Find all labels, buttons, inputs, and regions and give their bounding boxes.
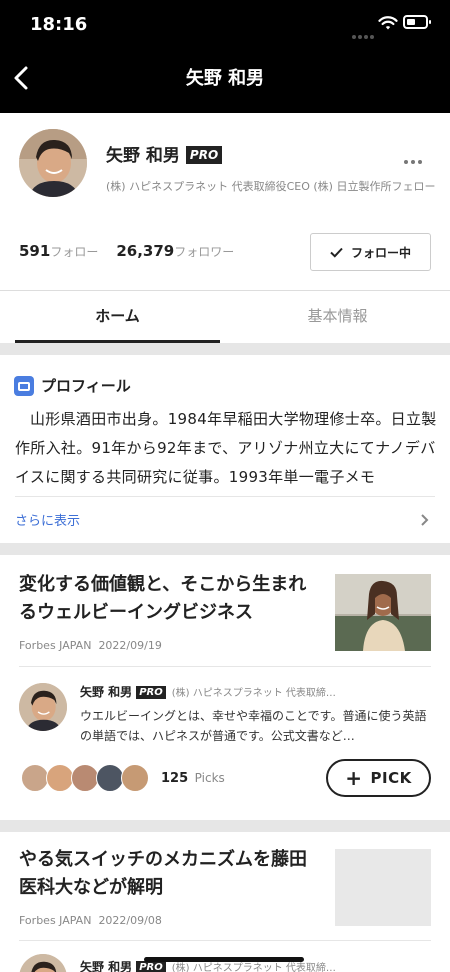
avatar[interactable] [19, 954, 67, 972]
followers-label[interactable]: フォロワー [174, 245, 234, 259]
comment-author-name[interactable]: 矢野 和男 [80, 960, 132, 972]
check-icon [330, 247, 343, 258]
chevron-right-icon[interactable] [420, 513, 430, 527]
intro-text: 山形県酒田市出身。1984年早稲田大学物理修士卒。日立製作所入社。91年から92… [15, 410, 437, 486]
battery-icon [403, 15, 431, 29]
comment-author: 矢野 和男 PRO (株) ハピネスプラネット 代表取締… [80, 683, 336, 700]
picks-label: Picks [194, 771, 225, 785]
profile-name: 矢野 和男 PRO [106, 141, 223, 166]
article-card[interactable]: 変化する価値観と、そこから生まれるウェルビーイングビジネス Forbes JAP… [0, 555, 450, 820]
top-bar: 18:16 矢野 和男 [0, 0, 450, 113]
article-source: Forbes JAPAN [19, 639, 92, 652]
article-title[interactable]: やる気スイッチのメカニズムを藤田医科大などが解明 [19, 846, 319, 902]
comment-author-position: (株) ハピネスプラネット 代表取締… [171, 963, 336, 972]
followers-count[interactable]: 26,379 [116, 242, 174, 260]
divider [15, 496, 435, 497]
article-card[interactable]: やる気スイッチのメカニズムを藤田医科大などが解明 Forbes JAPAN 20… [0, 832, 450, 972]
avatar [96, 764, 124, 792]
comment-text[interactable]: ウエルビーイングとは、幸せや幸福のことです。普通に使う英語の単語では、ハピネスが… [80, 706, 432, 746]
divider [19, 940, 431, 941]
avatar[interactable] [19, 683, 67, 731]
profile-card: 矢野 和男 PRO (株) ハピネスプラネット 代表取締役CEO (株) 日立製作… [0, 113, 450, 343]
article-meta: Forbes JAPAN 2022/09/08 [19, 914, 162, 927]
pro-badge: PRO [136, 961, 166, 972]
divider [19, 666, 431, 667]
profile-intro-card: プロフィール 山形県酒田市出身。1984年早稲田大学物理修士卒。日立製作所入社。… [0, 355, 450, 543]
follow-stats: 591フォロー 26,379フォロワー [19, 242, 252, 260]
article-title[interactable]: 変化する価値観と、そこから生まれるウェルビーイングビジネス [19, 571, 319, 627]
pro-badge: PRO [185, 146, 223, 164]
page-title: 矢野 和男 [185, 68, 265, 89]
avatar [121, 764, 149, 792]
pro-badge: PRO [136, 686, 166, 699]
comment-author-position: (株) ハピネスプラネット 代表取締… [171, 688, 336, 699]
following-count[interactable]: 591 [19, 242, 50, 260]
avatar [21, 764, 49, 792]
cellular-signal-icon [352, 24, 376, 43]
comment-author-name[interactable]: 矢野 和男 [80, 685, 132, 699]
avatar [71, 764, 99, 792]
avatar[interactable] [19, 129, 87, 197]
plus-icon: + [345, 766, 363, 790]
pick-button[interactable]: + PICK [326, 759, 431, 797]
picks-number: 125 [161, 771, 189, 786]
wifi-icon [378, 16, 398, 30]
avatar [46, 764, 74, 792]
tab-basic-info[interactable]: 基本情報 [235, 290, 440, 343]
following-label[interactable]: フォロー [50, 245, 98, 259]
intro-heading: プロフィール [14, 375, 131, 396]
article-meta: Forbes JAPAN 2022/09/19 [19, 639, 162, 652]
more-options-icon[interactable] [404, 149, 425, 168]
picks-count[interactable]: 125 Picks [161, 771, 225, 786]
article-thumbnail[interactable] [335, 574, 431, 651]
article-date: 2022/09/19 [98, 639, 162, 652]
intro-heading-text: プロフィール [41, 377, 131, 395]
tab-home[interactable]: ホーム [15, 290, 220, 343]
pick-button-label: PICK [370, 769, 412, 787]
profile-position: (株) ハピネスプラネット 代表取締役CEO (株) 日立製作所フェロー [106, 180, 436, 193]
show-more-link[interactable]: さらに表示 [15, 510, 80, 529]
article-thumbnail[interactable] [335, 849, 431, 926]
following-button-label: フォロー中 [350, 245, 411, 260]
home-indicator[interactable] [144, 957, 304, 962]
profile-name-text: 矢野 和男 [106, 146, 180, 166]
following-button[interactable]: フォロー中 [310, 233, 431, 271]
article-source: Forbes JAPAN [19, 914, 92, 927]
article-date: 2022/09/08 [98, 914, 162, 927]
status-time: 18:16 [30, 14, 88, 35]
profile-icon [14, 375, 34, 396]
